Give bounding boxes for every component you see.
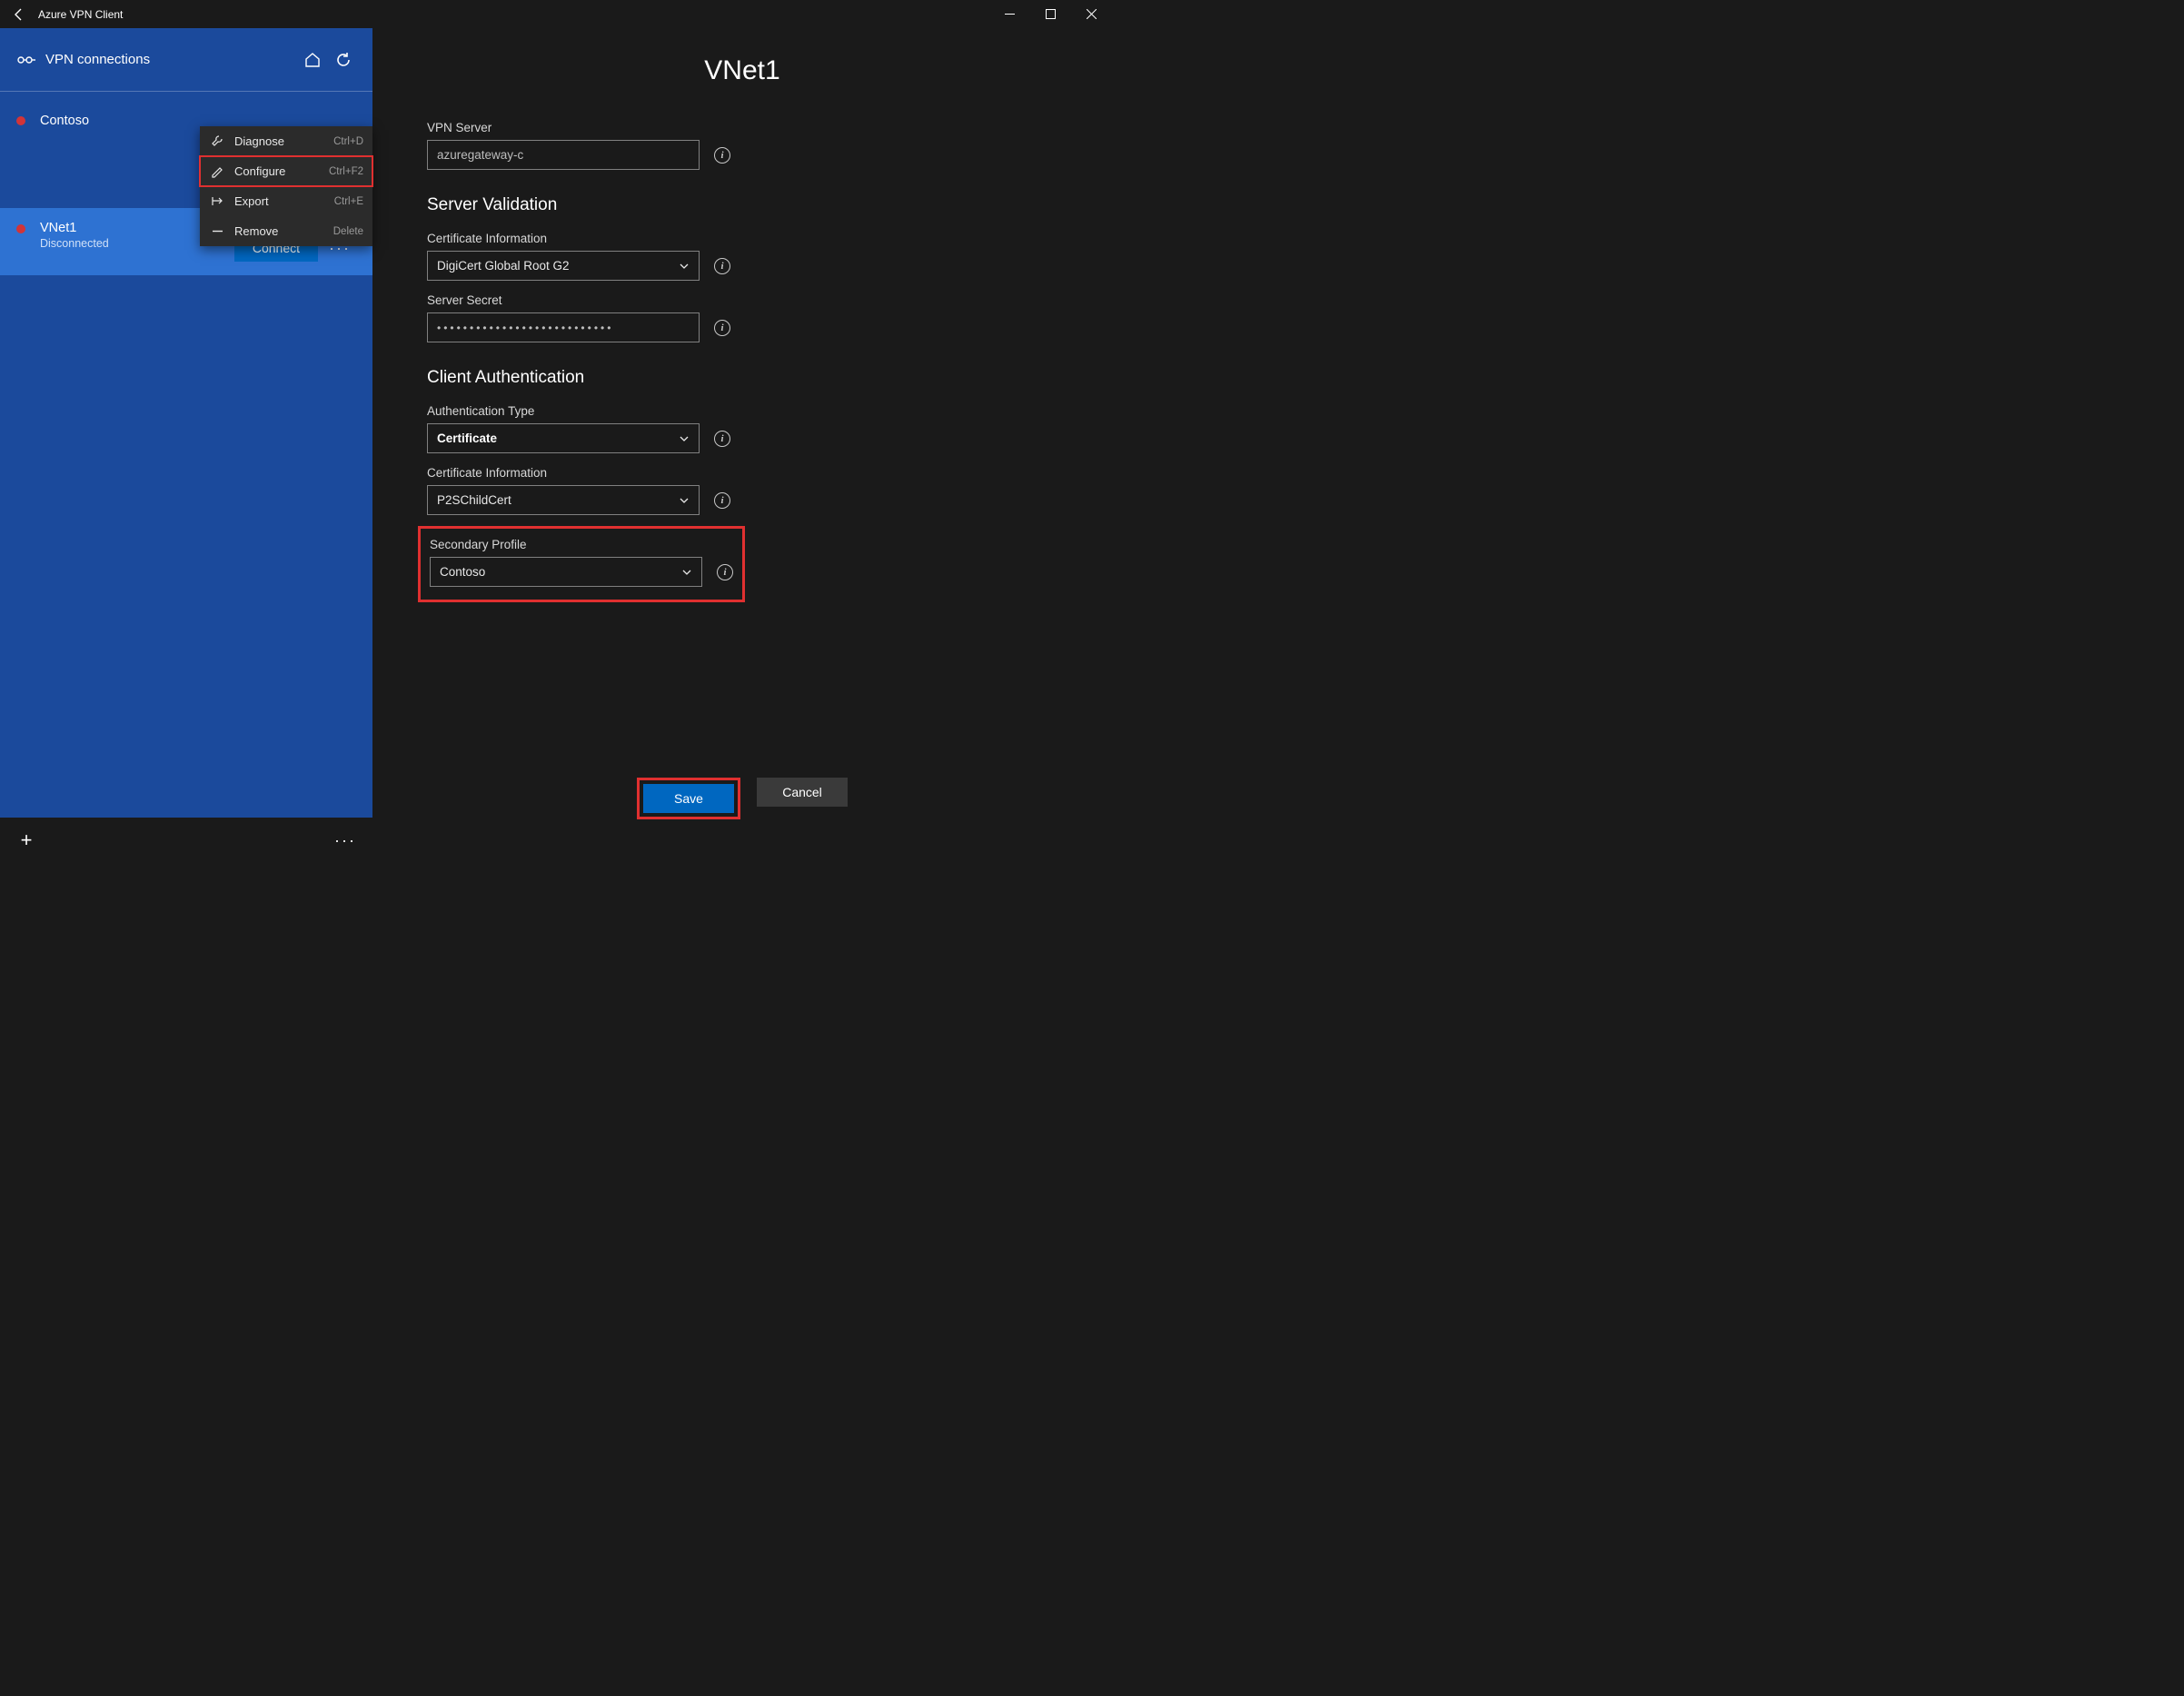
secondary-profile-highlight: Secondary Profile Contoso i [418,526,745,602]
minus-icon [209,224,225,238]
server-secret-label: Server Secret [427,293,1057,307]
pencil-icon [209,164,225,178]
sidebar-title: VPN connections [45,52,294,67]
save-button[interactable]: Save [643,784,734,813]
vpn-icon [16,53,36,67]
client-cert-info-label: Certificate Information [427,466,1057,480]
client-auth-heading: Client Authentication [427,368,1057,388]
server-secret-input[interactable]: ••••••••••••••••••••••••••• [427,312,700,342]
export-icon [209,194,225,208]
main-panel: VNet1 VPN Server azuregateway-c i Server… [372,28,1112,863]
add-connection-button[interactable]: + [13,828,40,852]
ctx-export[interactable]: Export Ctrl+E [200,186,372,216]
chevron-down-icon [681,567,692,578]
info-icon[interactable]: i [714,147,730,164]
maximize-button[interactable] [1030,0,1071,28]
page-title: VNet1 [427,55,1057,86]
connection-status: Disconnected [40,237,109,250]
cancel-button[interactable]: Cancel [757,778,848,807]
info-icon[interactable]: i [717,564,733,580]
info-icon[interactable]: i [714,320,730,336]
client-cert-info-select[interactable]: P2SChildCert [427,485,700,515]
vpn-server-label: VPN Server [427,121,1057,134]
back-button[interactable] [9,5,29,25]
ctx-diagnose[interactable]: Diagnose Ctrl+D [200,126,372,156]
cert-info-select[interactable]: DigiCert Global Root G2 [427,251,700,281]
minimize-button[interactable] [989,0,1030,28]
refresh-button[interactable] [331,47,356,73]
status-dot-icon [16,116,25,125]
secondary-profile-select[interactable]: Contoso [430,557,702,587]
connection-name: VNet1 [40,221,109,235]
ctx-remove[interactable]: Remove Delete [200,216,372,246]
auth-type-label: Authentication Type [427,404,1057,418]
chevron-down-icon [679,261,690,272]
info-icon[interactable]: i [714,492,730,509]
chevron-down-icon [679,433,690,444]
connection-name: Contoso [40,114,89,128]
sidebar: VPN connections Contoso Diagnose Ctrl+D [0,28,372,863]
wrench-icon [209,134,225,148]
footer-more-button[interactable]: ··· [331,828,360,854]
context-menu: Diagnose Ctrl+D Configure Ctrl+F2 Export… [200,126,372,246]
info-icon[interactable]: i [714,258,730,274]
chevron-down-icon [679,495,690,506]
sidebar-header: VPN connections [0,28,372,92]
home-button[interactable] [300,47,325,73]
status-dot-icon [16,224,25,233]
app-title: Azure VPN Client [38,8,123,21]
secondary-profile-label: Secondary Profile [430,538,733,551]
titlebar: Azure VPN Client [0,0,1112,28]
info-icon[interactable]: i [714,431,730,447]
server-validation-heading: Server Validation [427,195,1057,215]
ctx-configure[interactable]: Configure Ctrl+F2 [200,156,372,186]
auth-type-select[interactable]: Certificate [427,423,700,453]
sidebar-footer: + ··· [0,818,372,863]
cert-info-label: Certificate Information [427,232,1057,245]
save-highlight: Save [637,778,740,819]
vpn-server-input[interactable]: azuregateway-c [427,140,700,170]
close-button[interactable] [1071,0,1112,28]
